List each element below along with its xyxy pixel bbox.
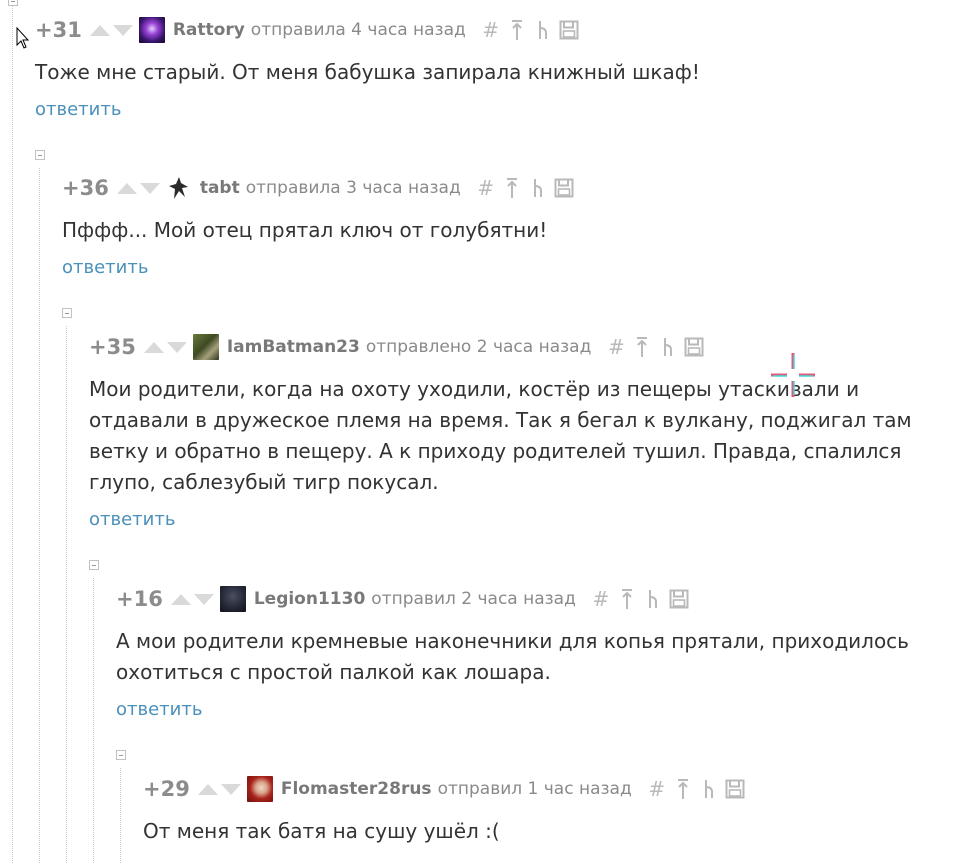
- collapse-toggle[interactable]: [116, 750, 126, 760]
- arrow-up-icon[interactable]: [670, 777, 696, 801]
- vote-controls: [197, 783, 241, 795]
- comment-rating: +35: [89, 335, 136, 359]
- reply-link[interactable]: ответить: [35, 99, 121, 120]
- comment-time[interactable]: отправил 2 часа назад: [371, 589, 576, 609]
- collapse-toggle[interactable]: [89, 560, 99, 570]
- thread-line: [120, 768, 121, 863]
- hash-icon[interactable]: #: [644, 777, 670, 801]
- comment-rating: +36: [62, 176, 109, 200]
- collapse-toggle[interactable]: [35, 150, 45, 160]
- comment-time[interactable]: отправил 1 час назад: [438, 779, 632, 799]
- comment-text: Тоже мне старый. От меня бабушка запирал…: [35, 60, 700, 84]
- branch-icon[interactable]: [640, 587, 666, 611]
- avatar[interactable]: [246, 776, 273, 802]
- branch-icon[interactable]: [655, 335, 681, 359]
- hash-icon[interactable]: #: [588, 587, 614, 611]
- thread-line: [93, 578, 94, 863]
- vote-up-icon[interactable]: [170, 593, 191, 605]
- comment-author[interactable]: IamBatman23: [227, 337, 360, 357]
- comment-header: +36 tabt отправила 3 часа назад #: [62, 174, 942, 202]
- reply-link[interactable]: ответить: [62, 257, 148, 278]
- comment-header: +29 Flomaster28rus отправил 1 час назад …: [143, 775, 933, 803]
- branch-icon[interactable]: [696, 777, 722, 801]
- comment-time[interactable]: отправлено 2 часа назад: [366, 337, 591, 357]
- arrow-up-icon[interactable]: [499, 176, 525, 200]
- branch-icon[interactable]: [525, 176, 551, 200]
- avatar[interactable]: [192, 334, 219, 360]
- collapse-toggle[interactable]: [8, 0, 18, 6]
- comment: +31 Rattory отправила 4 часа назад # Тож…: [35, 16, 935, 120]
- comment-rating: +29: [143, 777, 190, 801]
- avatar[interactable]: [219, 586, 246, 612]
- vote-up-icon[interactable]: [116, 182, 137, 194]
- comment: +16 Legion1130 отправил 2 часа назад # А…: [116, 585, 936, 720]
- thread-line: [12, 0, 13, 863]
- vote-controls: [170, 593, 214, 605]
- collapse-toggle[interactable]: [62, 308, 72, 318]
- vote-up-icon[interactable]: [89, 24, 110, 36]
- vote-down-icon[interactable]: [220, 783, 241, 795]
- reply-link[interactable]: ответить: [89, 509, 175, 530]
- vote-down-icon[interactable]: [139, 182, 160, 194]
- comment-time[interactable]: отправила 3 часа назад: [246, 178, 461, 198]
- vote-down-icon[interactable]: [166, 341, 187, 353]
- reply-link[interactable]: ответить: [116, 699, 202, 720]
- save-icon[interactable]: [722, 777, 748, 801]
- vote-down-icon[interactable]: [193, 593, 214, 605]
- comment-rating: +31: [35, 18, 82, 42]
- arrow-up-icon[interactable]: [504, 18, 530, 42]
- comment-tree: +31 Rattory отправила 4 часа назад # Тож…: [0, 0, 955, 863]
- branch-icon[interactable]: [530, 18, 556, 42]
- vote-up-icon[interactable]: [197, 783, 218, 795]
- arrow-up-icon[interactable]: [614, 587, 640, 611]
- hash-icon[interactable]: #: [473, 176, 499, 200]
- comment-text: От меня так батя на сушу ушёл :(: [143, 819, 500, 843]
- save-icon[interactable]: [666, 587, 692, 611]
- comment-time[interactable]: отправила 4 часа назад: [251, 20, 466, 40]
- arrow-up-icon[interactable]: [629, 335, 655, 359]
- vote-controls: [116, 182, 160, 194]
- avatar[interactable]: [138, 17, 165, 43]
- crosshair-cursor-icon: [770, 352, 816, 398]
- avatar[interactable]: [165, 175, 192, 201]
- save-icon[interactable]: [556, 18, 582, 42]
- comment-header: +16 Legion1130 отправил 2 часа назад #: [116, 585, 936, 613]
- hash-icon[interactable]: #: [478, 18, 504, 42]
- hash-icon[interactable]: #: [603, 335, 629, 359]
- vote-up-icon[interactable]: [143, 341, 164, 353]
- comment-text: А мои родители кремневые наконечники для…: [116, 629, 909, 684]
- thread-line: [66, 326, 67, 863]
- comment-rating: +16: [116, 587, 163, 611]
- comment-header: +31 Rattory отправила 4 часа назад #: [35, 16, 935, 44]
- vote-down-icon[interactable]: [112, 24, 133, 36]
- thread-line: [39, 168, 40, 863]
- comment-author[interactable]: tabt: [200, 178, 240, 198]
- comment: +36 tabt отправила 3 часа назад # Пффф..…: [62, 174, 942, 278]
- save-icon[interactable]: [681, 335, 707, 359]
- comment-author[interactable]: Legion1130: [254, 589, 365, 609]
- comment-author[interactable]: Rattory: [173, 20, 245, 40]
- mouse-cursor-icon: [16, 26, 30, 53]
- vote-controls: [89, 24, 133, 36]
- comment: +29 Flomaster28rus отправил 1 час назад …: [143, 775, 933, 847]
- save-icon[interactable]: [551, 176, 577, 200]
- comment-author[interactable]: Flomaster28rus: [281, 779, 432, 799]
- vote-controls: [143, 341, 187, 353]
- comment-text: Пффф... Мой отец прятал ключ от голубятн…: [62, 218, 548, 242]
